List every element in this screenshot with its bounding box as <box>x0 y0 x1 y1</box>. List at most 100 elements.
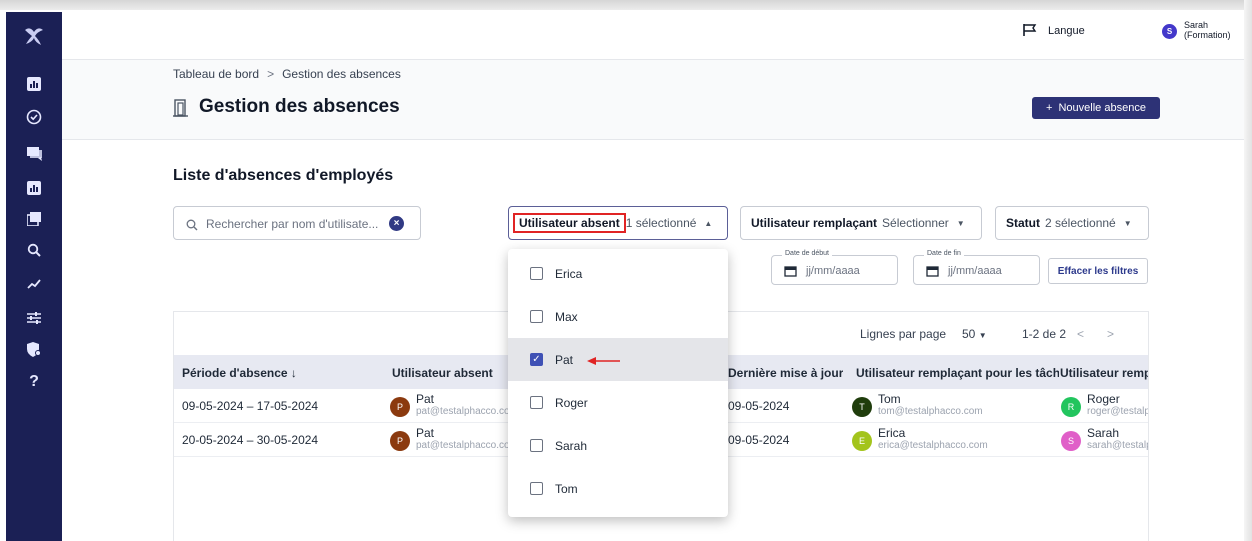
column-header-absent-user[interactable]: Utilisateur absent <box>392 366 493 380</box>
user-name: Sarah <box>1184 20 1209 30</box>
user-name: Erica <box>878 426 906 440</box>
user-email: tom@testalphacco.com <box>878 406 983 417</box>
avatar: R <box>1061 397 1081 417</box>
checkbox-checked[interactable]: ✓ <box>530 353 543 366</box>
absent-user-cell: P Pat pat@testalphacco.com <box>390 426 510 454</box>
logo-icon[interactable] <box>6 20 62 52</box>
list-title: Liste d'absences d'employés <box>173 167 394 184</box>
rows-per-page-select[interactable]: 50 ▼ <box>962 327 987 341</box>
end-date-field[interactable]: Date de fin jj/mm/aaaa <box>913 250 1040 285</box>
start-date-label: Date de début <box>782 250 832 257</box>
column-header-task-replacement[interactable]: Utilisateur remplaçant pour les tâches <box>856 366 1059 380</box>
avatar: S <box>1061 431 1081 451</box>
caret-down-icon: ▼ <box>978 331 987 340</box>
task-replacement-cell: E Erica erica@testalphacco.com <box>852 426 1052 454</box>
absent-user-filter[interactable]: Utilisateur absent 1 sélectionné ▲ <box>508 206 728 240</box>
start-date-placeholder: jj/mm/aaaa <box>806 265 860 277</box>
last-update-cell: 09-05-2024 <box>728 433 790 447</box>
checkbox[interactable] <box>530 310 543 323</box>
caret-down-icon: ▼ <box>1123 218 1132 228</box>
user-email: roger@testalphacco.com <box>1087 406 1148 417</box>
end-date-placeholder: jj/mm/aaaa <box>948 265 1002 277</box>
dropdown-option-sarah[interactable]: Sarah <box>508 424 728 467</box>
search-placeholder: Rechercher par nom d'utilisate... <box>206 217 379 231</box>
search-icon[interactable] <box>6 234 62 266</box>
new-absence-button[interactable]: + Nouvelle absence <box>1032 97 1160 119</box>
reset-filters-button[interactable]: Effacer les filtres <box>1048 258 1148 284</box>
plus-icon: + <box>1046 102 1053 114</box>
checkbox[interactable] <box>530 396 543 409</box>
help-icon[interactable]: ? <box>6 364 62 396</box>
checkbox[interactable] <box>530 439 543 452</box>
task-replacement-cell: T Tom tom@testalphacco.com <box>852 392 1052 420</box>
next-page-icon[interactable]: > <box>1107 327 1114 341</box>
door-icon <box>173 99 189 122</box>
window-top-edge <box>0 0 1252 10</box>
user-menu[interactable]: Sarah (Formation) <box>1184 20 1231 40</box>
replacement-user-filter-label: Utilisateur remplaçant <box>751 216 878 230</box>
absent-user-filter-label: Utilisateur absent <box>513 213 626 233</box>
option-label: Roger <box>555 395 588 410</box>
avatar: P <box>390 431 410 451</box>
pagination-range: 1-2 de 2 <box>1022 327 1067 341</box>
column-header-period-label: Période d'absence <box>182 366 288 380</box>
replacement-cell: R Roger roger@testalphacco.com <box>1061 392 1148 420</box>
chat-icon[interactable] <box>6 138 62 170</box>
breadcrumb-separator: > <box>267 67 275 81</box>
cards-icon[interactable] <box>6 203 62 235</box>
column-header-last-update[interactable]: Dernière mise à jour <box>728 366 843 380</box>
dropdown-option-tom[interactable]: Tom <box>508 467 728 510</box>
sidebar: ? <box>6 12 62 541</box>
search-icon <box>186 218 198 236</box>
dashboard-chart-icon[interactable] <box>6 68 62 100</box>
start-date-field[interactable]: Date de début jj/mm/aaaa <box>771 250 898 285</box>
calendar-icon[interactable] <box>926 264 939 282</box>
absent-user-cell: P Pat pat@testalphacco.com <box>390 392 510 420</box>
previous-page-icon[interactable]: < <box>1077 327 1084 341</box>
user-name: Pat <box>416 392 435 406</box>
period-cell: 20-05-2024 – 30-05-2024 <box>182 433 319 447</box>
user-role: (Formation) <box>1184 30 1231 40</box>
breadcrumb-home[interactable]: Tableau de bord <box>173 67 259 81</box>
check-circle-icon[interactable] <box>6 101 62 133</box>
option-label: Pat <box>555 352 574 367</box>
option-label: Erica <box>555 266 583 281</box>
sliders-icon[interactable] <box>6 302 62 334</box>
window-right-edge <box>1244 0 1252 541</box>
clear-search-icon[interactable]: × <box>389 216 404 231</box>
status-filter-label: Statut <box>1006 216 1040 230</box>
page-title: Gestion des absences <box>199 96 400 117</box>
shield-icon[interactable] <box>6 333 62 365</box>
caret-up-icon: ▲ <box>704 218 713 228</box>
checkbox[interactable] <box>530 267 543 280</box>
dropdown-option-roger[interactable]: Roger <box>508 381 728 424</box>
sort-down-icon: ↓ <box>290 366 297 380</box>
absent-user-filter-value: 1 sélectionné <box>625 216 697 230</box>
user-email: erica@testalphacco.com <box>878 440 988 451</box>
checkbox[interactable] <box>530 482 543 495</box>
replacement-cell: S Sarah sarah@testalphacco.com <box>1061 426 1148 454</box>
dropdown-option-erica[interactable]: Erica <box>508 252 728 295</box>
avatar: E <box>852 431 872 451</box>
calendar-icon[interactable] <box>784 264 797 282</box>
avatar: P <box>390 397 410 417</box>
replacement-user-filter[interactable]: Utilisateur remplaçant Sélectionner ▼ <box>740 206 982 240</box>
language-selector[interactable]: Langue <box>1048 25 1085 37</box>
column-header-period[interactable]: Période d'absence ↓ <box>182 366 297 380</box>
user-name: Pat <box>416 426 435 440</box>
search-input[interactable]: Rechercher par nom d'utilisate... × <box>173 206 421 240</box>
dropdown-option-max[interactable]: Max <box>508 295 728 338</box>
user-avatar[interactable]: S <box>1162 24 1177 39</box>
breadcrumb: Tableau de bord > Gestion des absences <box>173 67 401 81</box>
user-name: Tom <box>878 392 901 406</box>
flag-icon[interactable] <box>1022 23 1038 42</box>
column-header-replacement[interactable]: Utilisateur remplaçant <box>1060 366 1148 380</box>
user-name: Roger <box>1087 392 1120 406</box>
trend-icon[interactable] <box>6 268 62 300</box>
svg-text:?: ? <box>29 373 39 388</box>
end-date-label: Date de fin <box>924 250 964 257</box>
rows-per-page-value: 50 <box>962 327 976 341</box>
bar-chart-icon[interactable] <box>6 172 62 204</box>
status-filter[interactable]: Statut 2 sélectionné ▼ <box>995 206 1149 240</box>
absent-user-dropdown: Erica Max ✓ Pat Roger Sarah Tom <box>508 249 728 517</box>
